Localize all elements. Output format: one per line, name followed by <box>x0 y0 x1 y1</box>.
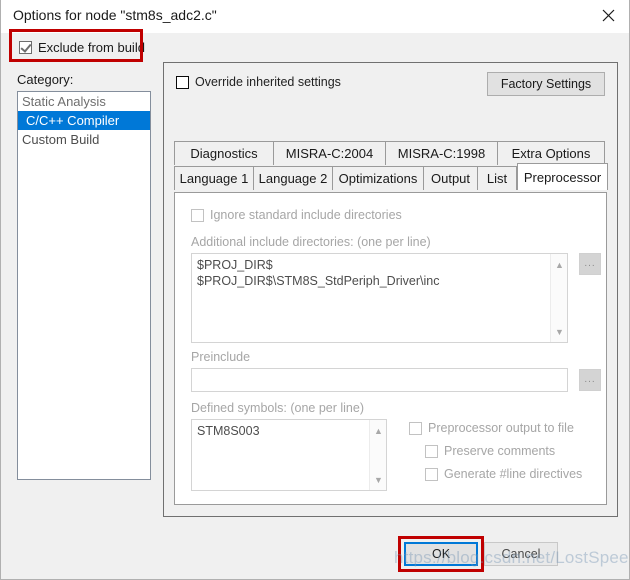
tab-language-2[interactable]: Language 2 <box>253 166 333 190</box>
defined-symbols-scrollbar[interactable]: ▲ ▼ <box>369 420 386 490</box>
tab-output[interactable]: Output <box>423 166 478 190</box>
tab-misra-c-1998[interactable]: MISRA-C:1998 <box>385 141 498 165</box>
preserve-comments-label: Preserve comments <box>444 444 556 458</box>
preprocessor-tab-page: Ignore standard include directories Addi… <box>174 192 607 505</box>
ignore-standard-includes-checkbox[interactable] <box>191 208 204 222</box>
generate-line-directives-checkbox[interactable] <box>425 467 438 481</box>
options-dialog: Options for node "stm8s_adc2.c" Exclude … <box>0 0 630 580</box>
close-icon[interactable] <box>585 0 629 31</box>
category-listbox[interactable]: Static Analysis C/C++ Compiler Custom Bu… <box>17 91 151 480</box>
title-bar: Options for node "stm8s_adc2.c" <box>1 0 629 33</box>
override-inherited-row[interactable]: Override inherited settings <box>176 75 341 89</box>
scroll-up-icon[interactable]: ▲ <box>370 422 386 439</box>
additional-includes-scrollbar[interactable]: ▲ ▼ <box>550 254 567 342</box>
override-inherited-checkbox[interactable] <box>176 75 189 89</box>
ok-button[interactable]: OK <box>404 542 478 566</box>
category-item-custom-build[interactable]: Custom Build <box>18 130 150 149</box>
preprocessor-output-to-file-label: Preprocessor output to file <box>428 421 574 435</box>
preserve-comments-row[interactable]: Preserve comments <box>425 444 555 458</box>
exclude-from-build-checkbox[interactable] <box>19 41 32 54</box>
scroll-down-icon[interactable]: ▼ <box>551 323 567 340</box>
page-title: Options for node "stm8s_adc2.c" <box>13 7 217 23</box>
preprocessor-output-to-file-row[interactable]: Preprocessor output to file <box>409 421 574 435</box>
exclude-from-build-row[interactable]: Exclude from build <box>19 40 145 55</box>
defined-symbols-label: Defined symbols: (one per line) <box>191 401 364 415</box>
tab-list[interactable]: List <box>477 166 517 190</box>
tab-diagnostics[interactable]: Diagnostics <box>174 141 274 165</box>
tab-row-top: Diagnostics MISRA-C:2004 MISRA-C:1998 Ex… <box>174 140 607 165</box>
tab-strip: Diagnostics MISRA-C:2004 MISRA-C:1998 Ex… <box>174 140 608 190</box>
category-item-static-analysis[interactable]: Static Analysis <box>18 92 150 111</box>
scroll-up-icon[interactable]: ▲ <box>551 256 567 273</box>
preprocessor-output-to-file-checkbox[interactable] <box>409 421 422 435</box>
additional-includes-line-1: $PROJ_DIR$ <box>197 258 273 272</box>
settings-panel: Override inherited settings Factory Sett… <box>163 62 618 517</box>
generate-line-directives-label: Generate #line directives <box>444 467 583 481</box>
category-item-c-cpp-compiler[interactable]: C/C++ Compiler <box>18 111 150 130</box>
tab-extra-options[interactable]: Extra Options <box>497 141 605 165</box>
generate-line-directives-row[interactable]: Generate #line directives <box>425 467 582 481</box>
tab-preprocessor[interactable]: Preprocessor <box>517 163 608 190</box>
preinclude-label: Preinclude <box>191 350 251 364</box>
preserve-comments-checkbox[interactable] <box>425 444 438 458</box>
ignore-standard-includes-label: Ignore standard include directories <box>210 208 402 222</box>
category-label: Category: <box>17 72 74 87</box>
additional-includes-line-2: $PROJ_DIR$\STM8S_StdPeriph_Driver\inc <box>197 274 440 288</box>
defined-symbols-textarea[interactable]: STM8S003 ▲ ▼ <box>191 419 387 491</box>
preinclude-input[interactable] <box>191 368 568 392</box>
tab-misra-c-2004[interactable]: MISRA-C:2004 <box>273 141 386 165</box>
tab-language-1[interactable]: Language 1 <box>174 166 254 190</box>
exclude-from-build-label: Exclude from build <box>38 40 145 55</box>
additional-includes-browse-button[interactable]: ... <box>579 253 601 275</box>
preinclude-browse-button[interactable]: ... <box>579 369 601 391</box>
scroll-down-icon[interactable]: ▼ <box>370 471 386 488</box>
tab-row-bottom: Language 1 Language 2 Optimizations Outp… <box>174 163 608 190</box>
ignore-standard-includes-row[interactable]: Ignore standard include directories <box>191 208 402 222</box>
factory-settings-button[interactable]: Factory Settings <box>487 72 605 96</box>
additional-includes-label: Additional include directories: (one per… <box>191 235 431 249</box>
additional-includes-textarea[interactable]: $PROJ_DIR$ $PROJ_DIR$\STM8S_StdPeriph_Dr… <box>191 253 568 343</box>
cancel-button[interactable]: Cancel <box>484 542 558 566</box>
defined-symbols-line-1: STM8S003 <box>197 424 260 438</box>
tab-optimizations[interactable]: Optimizations <box>332 166 424 190</box>
override-inherited-label: Override inherited settings <box>195 75 341 89</box>
